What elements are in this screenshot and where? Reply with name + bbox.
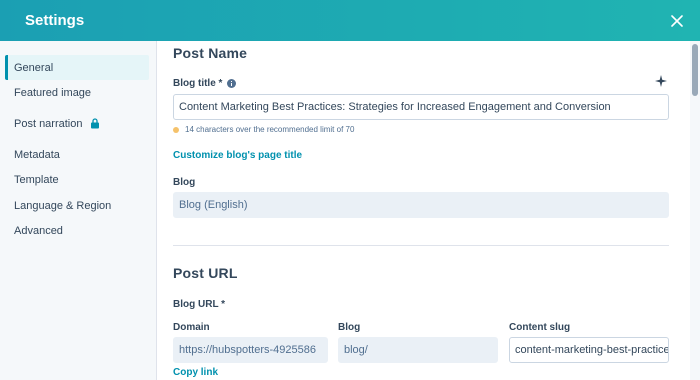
sidebar-item-advanced[interactable]: Advanced: [5, 219, 149, 244]
section-divider: [173, 245, 669, 246]
sidebar-item-general[interactable]: General: [5, 55, 149, 80]
info-icon[interactable]: [227, 79, 237, 88]
sidebar-item-label: Metadata: [14, 148, 60, 161]
close-icon[interactable]: [668, 12, 686, 30]
url-blog-label: Blog: [338, 322, 361, 333]
post-url-heading: Post URL: [173, 265, 238, 281]
url-blog-field: blog/: [338, 337, 498, 363]
sidebar-item-metadata[interactable]: Metadata: [5, 142, 149, 167]
post-name-heading: Post Name: [173, 45, 248, 61]
settings-sidebar: General Featured image Post narration Me…: [0, 41, 157, 380]
sidebar-item-post-narration[interactable]: Post narration: [5, 111, 149, 136]
blog-title-input[interactable]: Content Marketing Best Practices: Strate…: [173, 94, 669, 120]
sidebar-item-label: Template: [14, 174, 59, 187]
lock-icon: [90, 118, 100, 129]
hint-text: 14 characters over the recommended limit…: [185, 125, 355, 134]
settings-content: Post Name Blog title * Content Marketing…: [158, 41, 688, 380]
scrollbar-thumb[interactable]: [692, 44, 698, 96]
sidebar-item-template[interactable]: Template: [5, 168, 149, 193]
warning-dot: [173, 126, 179, 133]
content-slug-input[interactable]: content-marketing-best-practices: [509, 337, 669, 363]
customize-page-title-link[interactable]: Customize blog's page title: [173, 150, 302, 161]
sidebar-item-label: Post narration: [14, 117, 83, 130]
blog-select[interactable]: Blog (English): [173, 192, 669, 218]
sidebar-item-label: Featured image: [14, 86, 92, 99]
blog-url-label: Blog URL *: [173, 299, 226, 310]
content-slug-label: Content slug: [509, 322, 571, 333]
domain-label: Domain: [173, 322, 210, 333]
sidebar-item-label: Language & Region: [14, 199, 112, 212]
sidebar-item-featured-image[interactable]: Featured image: [5, 80, 149, 105]
sidebar-item-label: General: [14, 61, 54, 74]
modal-header: Settings: [0, 0, 700, 41]
domain-select[interactable]: https://hubspotters-4925586: [173, 337, 328, 363]
blog-title-label: Blog title *: [173, 78, 237, 89]
sparkle-icon[interactable]: [655, 74, 667, 92]
sidebar-item-language-region[interactable]: Language & Region: [5, 193, 149, 218]
sidebar-item-label: Advanced: [14, 225, 63, 238]
blog-label: Blog: [173, 177, 196, 188]
blog-title-label-text: Blog title *: [173, 78, 223, 89]
title-length-hint: 14 characters over the recommended limit…: [173, 125, 354, 134]
modal-title: Settings: [25, 12, 85, 29]
copy-link-button[interactable]: Copy link: [173, 367, 218, 378]
